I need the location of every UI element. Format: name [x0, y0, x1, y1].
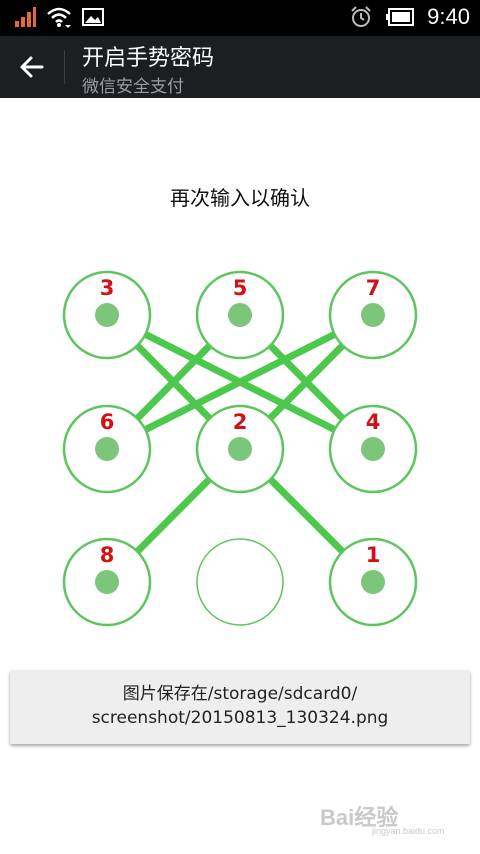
screenshot-saved-toast: 图片保存在/storage/sdcard0/ screenshot/201508…: [10, 670, 470, 744]
pattern-node-dot: [95, 437, 119, 461]
pattern-node-dot: [228, 303, 252, 327]
pattern-node-number: 4: [366, 410, 381, 434]
pattern-node-number: 8: [100, 543, 115, 567]
watermark-url: jingyan.baidu.com: [372, 826, 445, 836]
pattern-node-ring: [196, 538, 284, 626]
pattern-node-number: 3: [100, 276, 115, 300]
toast-line-2: screenshot/20150813_130324.png: [91, 708, 389, 728]
pattern-node-8[interactable]: 8: [62, 537, 152, 627]
pattern-node-number: 7: [366, 276, 381, 300]
pattern-node-dot: [95, 570, 119, 594]
pattern-node-7[interactable]: 7: [328, 270, 418, 360]
pattern-node-number: 1: [366, 543, 381, 567]
pattern-node-2[interactable]: 2: [195, 404, 285, 494]
toast-line-1: 图片保存在/storage/sdcard0/: [122, 684, 358, 704]
pattern-node-dot: [228, 437, 252, 461]
pattern-node-number: 6: [100, 410, 115, 434]
pattern-node-dot: [95, 303, 119, 327]
pattern-node-6[interactable]: 6: [62, 404, 152, 494]
pattern-node-dot: [361, 303, 385, 327]
pattern-node-empty[interactable]: [196, 538, 284, 626]
pattern-node-dot: [361, 570, 385, 594]
baidu-jingyan-watermark: Bai经验 jingyan.baidu.com: [320, 800, 450, 836]
pattern-node-3[interactable]: 3: [62, 270, 152, 360]
pattern-node-5[interactable]: 5: [195, 270, 285, 360]
pattern-node-number: 2: [233, 410, 248, 434]
pattern-node-dot: [361, 437, 385, 461]
pattern-node-4[interactable]: 4: [328, 404, 418, 494]
pattern-node-1[interactable]: 1: [328, 537, 418, 627]
pattern-node-number: 5: [233, 276, 248, 300]
